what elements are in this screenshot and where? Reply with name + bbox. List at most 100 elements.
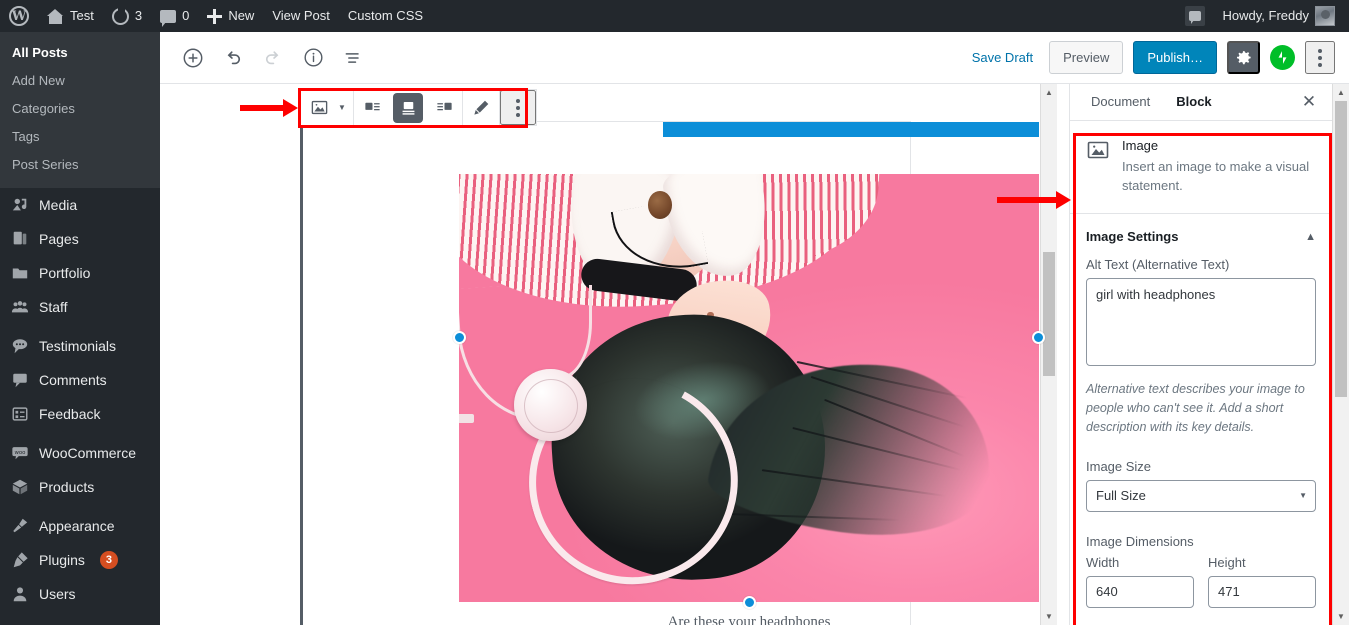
notifications-button[interactable] (1176, 0, 1214, 32)
custom-css-label: Custom CSS (347, 8, 424, 23)
site-name-menu[interactable]: Test (38, 0, 103, 32)
view-post-link[interactable]: View Post (263, 0, 339, 32)
sidebar-item-feedback[interactable]: Feedback (0, 397, 160, 431)
sidebar-item-appearance[interactable]: Appearance (0, 509, 160, 543)
sidebar-item-label: Comments (39, 372, 107, 388)
settings-tabs: Document Block ✕ (1070, 84, 1332, 121)
settings-sidebar-scrollbar[interactable]: ▲ ▼ (1332, 84, 1349, 625)
sidebar-item-testimonials[interactable]: Testimonials (0, 329, 160, 363)
sidebar-item-pages[interactable]: Pages (0, 222, 160, 256)
image-size-select[interactable]: Full Size (1086, 480, 1316, 512)
editor-scrollbar[interactable]: ▲ ▼ (1040, 84, 1057, 625)
editor-scroll-thumb[interactable] (1043, 252, 1055, 376)
align-right-icon[interactable] (426, 90, 462, 125)
sidebar-item-label: WooCommerce (39, 445, 136, 461)
comments-menu[interactable]: 0 (151, 0, 198, 32)
tab-document[interactable]: Document (1078, 84, 1163, 120)
more-menu-button[interactable] (1305, 41, 1335, 74)
sidebar-item-users[interactable]: Users (0, 577, 160, 611)
revisions-count: 3 (134, 8, 143, 23)
sidebar-item-portfolio[interactable]: Portfolio (0, 256, 160, 290)
sidebar-item-label: Users (39, 586, 76, 602)
width-input[interactable]: 640 (1086, 576, 1194, 608)
block-settings-sidebar: Document Block ✕ Image Insert an image t… (1069, 84, 1332, 625)
left-resize-handle[interactable] (453, 331, 466, 344)
close-icon[interactable]: ✕ (1294, 87, 1324, 117)
red-arrow-pointing-to-block-toolbar (240, 99, 298, 117)
scroll-up-arrow-icon[interactable]: ▲ (1041, 84, 1057, 101)
image-settings-title: Image Settings (1086, 229, 1179, 244)
home-icon (47, 8, 64, 25)
sidebar-item-add-new[interactable]: Add New (0, 67, 160, 95)
align-left-icon[interactable] (354, 90, 390, 125)
tab-block[interactable]: Block (1163, 84, 1224, 120)
align-center-icon[interactable] (393, 92, 423, 123)
image-dimensions-fields: Width 640 Height 471 (1086, 555, 1316, 608)
avatar (1315, 6, 1335, 26)
preview-button[interactable]: Preview (1049, 41, 1124, 74)
sidebar-item-plugins[interactable]: Plugins 3 (0, 543, 160, 577)
appearance-icon (10, 516, 30, 536)
editor-canvas[interactable]: Are these your headphones ▼ (160, 84, 1070, 625)
sidebar-item-media[interactable]: Media (0, 188, 160, 222)
chevron-up-icon[interactable]: ▲ (1305, 231, 1316, 243)
sidebar-item-products[interactable]: Products (0, 470, 160, 504)
publish-button[interactable]: Publish… (1133, 41, 1217, 74)
editor-header-left-tools (160, 40, 371, 76)
settings-scroll-thumb[interactable] (1335, 101, 1347, 397)
sidebar-item-tags[interactable]: Tags (0, 123, 160, 151)
height-label: Height (1208, 555, 1246, 570)
editor-header-right-tools: Save Draft Preview Publish… (966, 41, 1349, 74)
kebab-menu-icon[interactable] (500, 90, 536, 125)
redo-button[interactable] (255, 40, 291, 76)
block-toolbar: ▼ (300, 89, 537, 126)
image-block-icon (1086, 138, 1110, 162)
scroll-down-arrow-icon[interactable]: ▼ (1041, 608, 1057, 625)
jetpack-icon[interactable] (1270, 45, 1295, 70)
sidebar-item-all-posts[interactable]: All Posts (0, 39, 160, 67)
alt-text-input[interactable]: girl with headphones (1086, 278, 1316, 366)
wp-logo-menu[interactable]: W (0, 0, 38, 32)
new-content-menu[interactable]: New (198, 0, 263, 32)
height-input[interactable]: 471 (1208, 576, 1316, 608)
content-info-button[interactable] (295, 40, 331, 76)
woocommerce-icon: woo (10, 443, 30, 463)
add-block-button[interactable] (175, 40, 211, 76)
image-block-icon[interactable] (301, 90, 337, 125)
settings-gear-button[interactable] (1227, 41, 1260, 74)
image-container[interactable] (459, 174, 1039, 602)
block-card-title: Image (1122, 138, 1159, 153)
revisions-menu[interactable]: 3 (103, 0, 151, 32)
selected-image-block[interactable]: Are these your headphones (300, 121, 1045, 625)
image-dimensions-label: Image Dimensions (1086, 534, 1194, 549)
alignment-group (354, 90, 463, 125)
block-navigation-button[interactable] (335, 40, 371, 76)
undo-button[interactable] (215, 40, 251, 76)
scroll-up-arrow-icon[interactable]: ▲ (1333, 84, 1349, 101)
save-draft-button[interactable]: Save Draft (966, 46, 1039, 69)
sidebar-item-label: Portfolio (39, 265, 91, 281)
users-icon (10, 584, 30, 604)
image-caption[interactable]: Are these your headphones (459, 614, 1039, 625)
image-size-select-wrap: Full Size ▼ (1086, 480, 1316, 512)
sidebar-item-label: Media (39, 197, 78, 213)
image-settings-panel-header[interactable]: Image Settings ▲ (1070, 214, 1332, 257)
bottom-resize-handle[interactable] (743, 596, 756, 609)
sidebar-item-comments[interactable]: Comments (0, 363, 160, 397)
sidebar-item-woocommerce[interactable]: woo WooCommerce (0, 436, 160, 470)
sidebar-item-categories[interactable]: Categories (0, 95, 160, 123)
testimonials-icon (10, 336, 30, 356)
view-post-label: View Post (272, 8, 330, 23)
image-girl-with-headphones[interactable] (459, 174, 1039, 602)
sidebar-item-staff[interactable]: Staff (0, 290, 160, 324)
admin-sidebar-menu: All Posts Add New Categories Tags Post S… (0, 32, 160, 625)
sidebar-item-post-series[interactable]: Post Series (0, 151, 160, 179)
sidebar-item-label: Testimonials (39, 338, 117, 354)
custom-css-link[interactable]: Custom CSS (339, 0, 432, 32)
chevron-down-icon[interactable]: ▼ (337, 103, 353, 112)
scroll-down-arrow-icon[interactable]: ▼ (1333, 608, 1349, 625)
right-resize-handle[interactable] (1032, 331, 1045, 344)
image-settings-panel-body: Alt Text (Alternative Text) girl with he… (1070, 257, 1332, 622)
account-menu[interactable]: Howdy, Freddy (1214, 0, 1349, 32)
pencil-edit-icon[interactable] (463, 90, 499, 125)
